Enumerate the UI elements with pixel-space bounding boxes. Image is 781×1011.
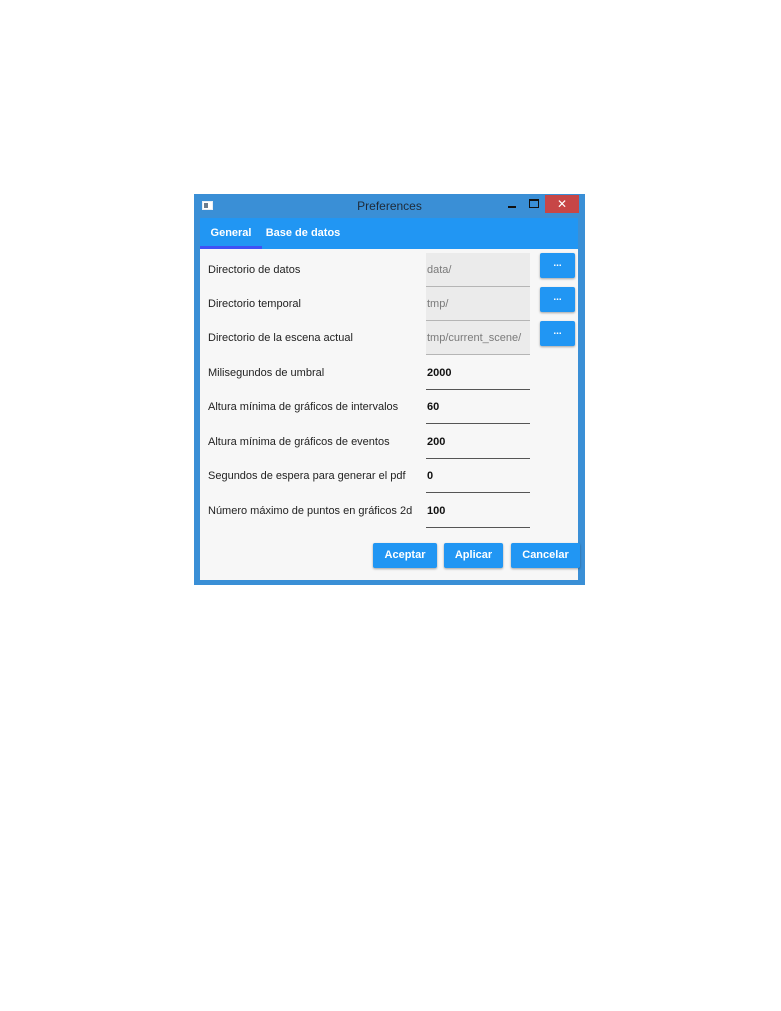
- min-interval-height-field[interactable]: [426, 390, 530, 424]
- min-event-height-field[interactable]: [426, 425, 530, 459]
- temp-dir-browse-button[interactable]: ...: [540, 287, 575, 312]
- tab-general[interactable]: General: [200, 218, 262, 249]
- accept-button[interactable]: Aceptar: [373, 543, 437, 568]
- maximize-icon: [529, 199, 539, 208]
- data-dir-browse-button[interactable]: ...: [540, 253, 575, 278]
- max-points-2d-label: Número máximo de puntos en gráficos 2d: [208, 505, 413, 517]
- min-event-height-label: Altura mínima de gráficos de eventos: [208, 436, 390, 448]
- minimize-icon: [508, 206, 516, 208]
- dialog-content: General Base de datos Directorio de dato…: [200, 218, 580, 580]
- scene-dir-field[interactable]: [426, 321, 530, 355]
- close-button[interactable]: ✕: [545, 195, 579, 213]
- tab-bar: General Base de datos: [200, 218, 578, 249]
- cancel-button[interactable]: Cancelar: [511, 543, 580, 568]
- pdf-wait-label: Segundos de espera para generar el pdf: [208, 470, 406, 482]
- row-scene-dir: Directorio de la escena actual ...: [200, 321, 578, 355]
- temp-dir-field[interactable]: [426, 287, 530, 321]
- row-temp-dir: Directorio temporal ...: [200, 287, 578, 321]
- tab-selected-indicator: [200, 246, 262, 249]
- apply-button[interactable]: Aplicar: [444, 543, 503, 568]
- row-min-event-height: Altura mínima de gráficos de eventos: [200, 425, 578, 459]
- row-pdf-wait: Segundos de espera para generar el pdf: [200, 459, 578, 493]
- temp-dir-label: Directorio temporal: [208, 298, 301, 310]
- tab-base-de-datos[interactable]: Base de datos: [262, 218, 344, 249]
- row-data-dir: Directorio de datos ...: [200, 253, 578, 287]
- data-dir-field[interactable]: [426, 253, 530, 287]
- close-icon: ✕: [556, 197, 568, 211]
- scene-dir-label: Directorio de la escena actual: [208, 332, 353, 344]
- scene-dir-browse-button[interactable]: ...: [540, 321, 575, 346]
- minimize-button[interactable]: [501, 195, 523, 215]
- min-interval-height-label: Altura mínima de gráficos de intervalos: [208, 401, 399, 413]
- max-points-2d-field[interactable]: [426, 494, 530, 528]
- row-threshold-ms: Milisegundos de umbral: [200, 356, 578, 390]
- pdf-wait-field[interactable]: [426, 459, 530, 493]
- threshold-ms-label: Milisegundos de umbral: [208, 367, 325, 379]
- data-dir-label: Directorio de datos: [208, 264, 301, 276]
- row-min-interval-height: Altura mínima de gráficos de intervalos: [200, 390, 578, 424]
- preferences-window: Preferences ✕ General Base de datos Dire…: [194, 194, 585, 585]
- threshold-ms-field[interactable]: [426, 356, 530, 390]
- maximize-button[interactable]: [523, 195, 545, 215]
- row-max-points-2d: Número máximo de puntos en gráficos 2d: [200, 494, 578, 528]
- title-bar[interactable]: Preferences ✕: [195, 195, 584, 217]
